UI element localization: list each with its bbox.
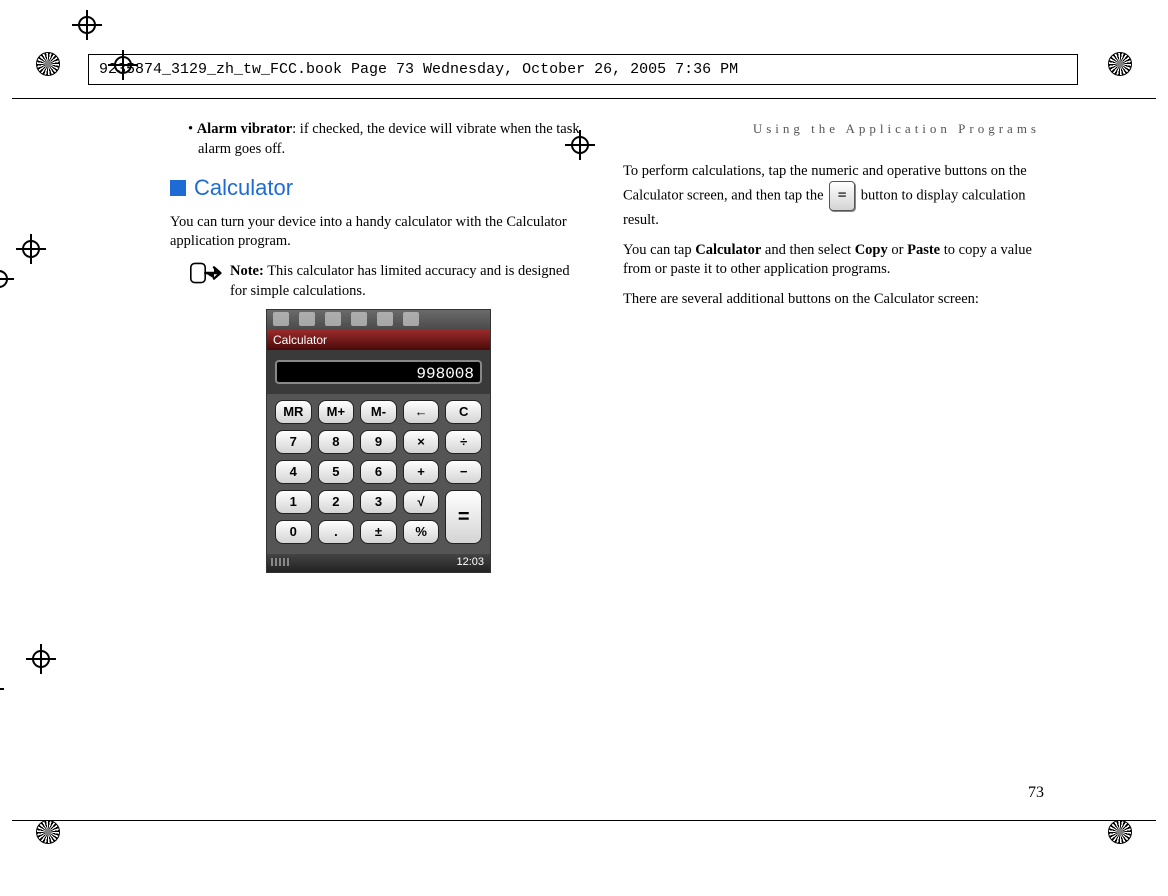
section-marker-icon xyxy=(170,180,186,196)
section-title: Calculator xyxy=(194,173,293,203)
calc-btn-0[interactable]: 0 xyxy=(275,520,312,544)
page-number: 73 xyxy=(1028,784,1044,802)
calc-keypad: MR M+ M- ← C 7 8 9 × ÷ 4 5 6 + − 1 2 3 √… xyxy=(267,394,490,554)
calc-btn-4[interactable]: 4 xyxy=(275,460,312,484)
note-icon xyxy=(190,262,222,284)
p2c: or xyxy=(888,242,907,258)
copy-paste-paragraph: You can tap Calculator and then select C… xyxy=(623,241,1040,280)
note-text-wrap: Note: This calculator has limited accura… xyxy=(230,262,587,301)
alarm-vibrator-label: Alarm vibrator xyxy=(197,121,292,137)
calc-btn-plus[interactable]: + xyxy=(403,460,440,484)
equals-button-icon: = xyxy=(829,181,855,211)
calculator-intro: You can turn your device into a handy ca… xyxy=(170,213,587,252)
calc-btn-minus[interactable]: − xyxy=(445,460,482,484)
calc-btn-8[interactable]: 8 xyxy=(318,430,355,454)
left-column: Alarm vibrator: if checked, the device w… xyxy=(170,120,587,780)
calc-btn-mminus[interactable]: M- xyxy=(360,400,397,424)
calculator-screenshot: Calculator 998008 MR M+ M- ← C 7 8 9 × ÷… xyxy=(266,309,491,573)
calc-btn-dot[interactable]: . xyxy=(318,520,355,544)
crop-rule-bottom xyxy=(12,820,1156,821)
calc-btn-sqrt[interactable]: √ xyxy=(403,490,440,514)
p2a: You can tap xyxy=(623,242,695,258)
calc-status-time: 12:03 xyxy=(456,556,484,568)
calc-btn-mplus[interactable]: M+ xyxy=(318,400,355,424)
page-body: Alarm vibrator: if checked, the device w… xyxy=(170,120,1040,780)
calc-top-icons xyxy=(267,310,490,330)
calc-btn-mr[interactable]: MR xyxy=(275,400,312,424)
note-text: This calculator has limited accuracy and… xyxy=(230,263,570,299)
calc-btn-9[interactable]: 9 xyxy=(360,430,397,454)
calc-btn-percent[interactable]: % xyxy=(403,520,440,544)
status-icon xyxy=(273,312,289,326)
calc-btn-mult[interactable]: × xyxy=(403,430,440,454)
register-mark-lt xyxy=(16,234,46,264)
note-label: Note: xyxy=(230,263,264,279)
calc-btn-7[interactable]: 7 xyxy=(275,430,312,454)
print-burst-bl xyxy=(36,820,60,844)
status-icon xyxy=(299,312,315,326)
perform-calc-paragraph: To perform calculations, tap the numeric… xyxy=(623,162,1040,231)
status-icon xyxy=(377,312,393,326)
p2-calculator: Calculator xyxy=(695,242,761,258)
calc-status-bar: 12:03 xyxy=(267,554,490,572)
print-burst-tr xyxy=(1108,52,1132,76)
status-icon xyxy=(351,312,367,326)
crop-rule-top xyxy=(12,98,1156,99)
calculator-heading: Calculator xyxy=(170,173,587,203)
p2b: and then select xyxy=(761,242,854,258)
calc-btn-3[interactable]: 3 xyxy=(360,490,397,514)
calc-btn-div[interactable]: ÷ xyxy=(445,430,482,454)
calc-btn-2[interactable]: 2 xyxy=(318,490,355,514)
p2-paste: Paste xyxy=(907,242,940,258)
print-burst-tl xyxy=(36,52,60,76)
calc-btn-negate[interactable]: ± xyxy=(360,520,397,544)
calc-btn-back[interactable]: ← xyxy=(403,400,440,424)
calc-btn-1[interactable]: 1 xyxy=(275,490,312,514)
header-slug: 9235874_3129_zh_tw_FCC.book Page 73 Wedn… xyxy=(88,54,1078,85)
register-mark-mr xyxy=(0,674,4,704)
alarm-vibrator-item: Alarm vibrator: if checked, the device w… xyxy=(180,120,587,159)
calc-btn-6[interactable]: 6 xyxy=(360,460,397,484)
additional-buttons-paragraph: There are several additional buttons on … xyxy=(623,290,1040,310)
running-head: Using the Application Programs xyxy=(623,120,1040,138)
calc-btn-clear[interactable]: C xyxy=(445,400,482,424)
calc-display: 998008 xyxy=(275,360,482,384)
calc-window-title: Calculator xyxy=(267,330,490,350)
calc-btn-equals[interactable]: = xyxy=(445,490,482,544)
register-mark-rt xyxy=(0,264,14,294)
right-column: Using the Application Programs To perfor… xyxy=(623,120,1040,780)
status-icon xyxy=(403,312,419,326)
grip-icon xyxy=(271,558,291,566)
print-burst-br xyxy=(1108,820,1132,844)
calc-btn-5[interactable]: 5 xyxy=(318,460,355,484)
register-mark-ml xyxy=(26,644,56,674)
register-mark-bl xyxy=(72,10,102,40)
p2-copy: Copy xyxy=(855,242,888,258)
note-block: Note: This calculator has limited accura… xyxy=(190,262,587,301)
status-icon xyxy=(325,312,341,326)
